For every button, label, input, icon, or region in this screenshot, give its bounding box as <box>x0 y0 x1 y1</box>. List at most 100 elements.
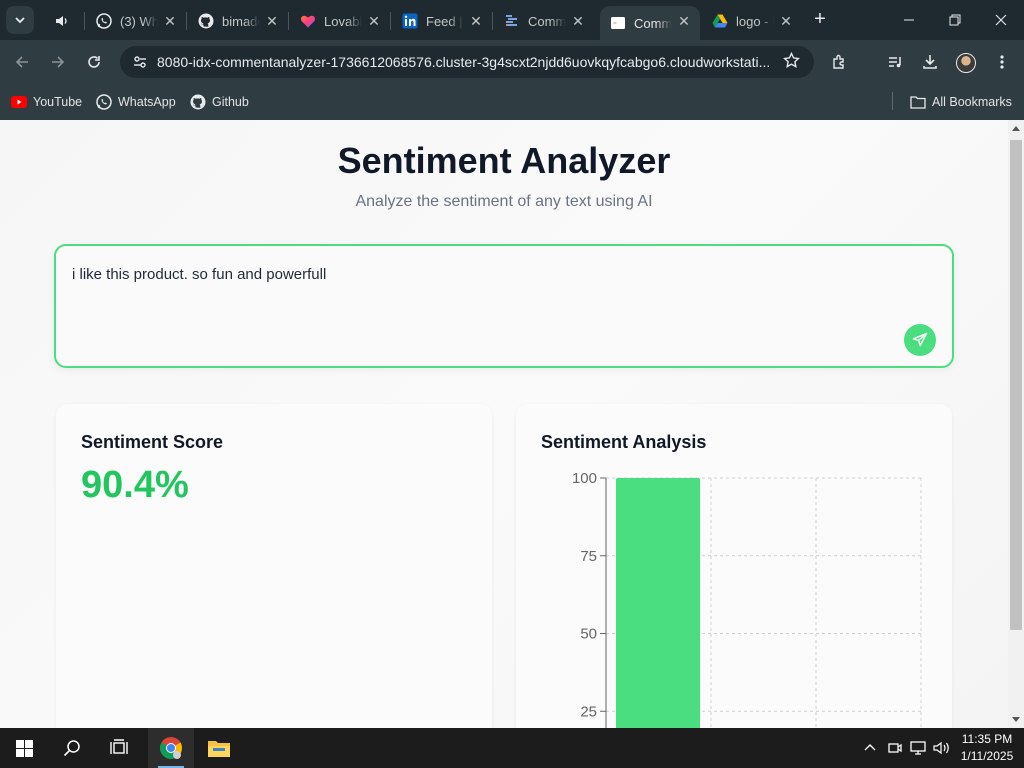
minimize-icon <box>904 19 914 21</box>
page-scrollbar[interactable] <box>1008 120 1024 728</box>
volume-icon <box>933 741 949 755</box>
reload-button[interactable] <box>80 48 108 76</box>
bookmark-label: Github <box>212 95 249 109</box>
tab-title: Lovable <box>324 13 362 29</box>
tab-separator <box>492 12 493 30</box>
tab-title: Feed | LinkedIn <box>426 13 464 29</box>
chevron-down-icon <box>15 17 25 24</box>
page-icon <box>610 15 626 31</box>
close-icon[interactable]: ✕ <box>676 13 692 29</box>
close-icon <box>995 14 1007 26</box>
tab-separator <box>186 12 187 30</box>
tray-meet-now[interactable] <box>884 728 906 768</box>
tab-separator <box>390 12 391 30</box>
taskbar-search-button[interactable] <box>49 728 95 768</box>
tab-github[interactable]: bimadevs ✕ <box>188 6 288 36</box>
text-input-area[interactable]: i like this product. so fun and powerful… <box>54 244 954 368</box>
speaker-icon[interactable] <box>54 13 70 29</box>
google-drive-icon <box>712 13 728 29</box>
arrow-left-icon <box>15 56 28 68</box>
tab-separator <box>84 12 85 30</box>
github-icon <box>190 94 206 110</box>
back-button[interactable] <box>8 48 36 76</box>
all-bookmarks-label: All Bookmarks <box>932 95 1012 109</box>
folder-icon <box>910 94 926 110</box>
bookmarks-bar: YouTube WhatsApp Github All Bookmarks <box>0 84 1024 120</box>
taskbar-file-explorer[interactable] <box>196 728 242 768</box>
input-text-value[interactable]: i like this product. so fun and powerful… <box>72 266 326 283</box>
linkedin-icon <box>402 13 418 29</box>
clock-date: 1/11/2025 <box>960 749 1014 763</box>
task-view-button[interactable] <box>96 728 142 768</box>
download-icon[interactable] <box>918 50 942 74</box>
tab-lovable[interactable]: Lovable ✕ <box>290 6 390 36</box>
close-icon[interactable]: ✕ <box>264 13 280 29</box>
tab-linkedin[interactable]: Feed | LinkedIn ✕ <box>392 6 492 36</box>
score-card-title: Sentiment Score <box>81 432 224 452</box>
reload-icon <box>88 56 100 68</box>
youtube-icon <box>11 94 27 110</box>
tray-network[interactable] <box>908 728 930 768</box>
scroll-up-arrow-icon[interactable] <box>1012 126 1020 131</box>
chevron-up-icon <box>864 744 876 751</box>
close-icon[interactable]: ✕ <box>162 13 178 29</box>
y-tick-label: 75 <box>580 548 597 565</box>
more-menu-icon[interactable] <box>990 50 1014 74</box>
tab-title: (3) WhatsApp <box>120 13 158 29</box>
tab-search-button[interactable] <box>6 6 34 34</box>
media-control-icon[interactable] <box>884 50 908 74</box>
scroll-thumb[interactable] <box>1010 140 1022 630</box>
chart-bar <box>616 478 700 728</box>
minimize-button[interactable] <box>886 0 932 40</box>
bookmark-github[interactable]: Github <box>190 92 249 112</box>
address-bar[interactable]: 8080-idx-commentanalyzer-1736612068576.c… <box>120 46 814 78</box>
close-icon[interactable]: ✕ <box>570 13 586 29</box>
sentiment-score-card: Sentiment Score 90.4% <box>56 404 492 728</box>
close-icon[interactable]: ✕ <box>778 13 794 29</box>
send-icon <box>912 332 928 347</box>
browser-toolbar: 8080-idx-commentanalyzer-1736612068576.c… <box>0 40 1024 84</box>
taskbar-chrome[interactable] <box>148 728 194 768</box>
close-window-button[interactable] <box>978 0 1024 40</box>
extensions-icon[interactable] <box>828 50 852 74</box>
profile-avatar[interactable] <box>956 53 976 73</box>
bookmark-star-icon[interactable] <box>783 51 800 74</box>
whatsapp-icon <box>96 13 112 29</box>
all-bookmarks[interactable]: All Bookmarks <box>910 92 1012 112</box>
url-text: 8080-idx-commentanalyzer-1736612068576.c… <box>157 54 771 70</box>
arrow-right-icon <box>52 56 65 68</box>
tab-audio[interactable] <box>44 6 86 36</box>
close-icon[interactable]: ✕ <box>468 13 484 29</box>
send-button[interactable] <box>904 324 936 356</box>
new-tab-button[interactable]: + <box>808 8 832 32</box>
tab-google-drive[interactable]: logo - Drive ✕ <box>702 6 802 36</box>
browser-tab-strip: (3) WhatsApp ✕ bimadevs ✕ Lovable ✕ Feed… <box>0 0 1024 40</box>
tab-whatsapp[interactable]: (3) WhatsApp ✕ <box>86 6 186 36</box>
y-tick-label: 100 <box>572 470 597 487</box>
forward-button[interactable] <box>44 48 72 76</box>
tab-active-comment-analyzer[interactable]: Comm ✕ <box>600 6 700 40</box>
restore-button[interactable] <box>932 0 978 40</box>
tab-title: Comm <box>634 15 672 31</box>
page-viewport: Sentiment Analyzer Analyze the sentiment… <box>0 120 1008 728</box>
camera-icon <box>888 743 902 753</box>
tab-title: Comment <box>528 13 566 29</box>
bookmark-youtube[interactable]: YouTube <box>11 92 82 112</box>
page-subtitle: Analyze the sentiment of any text using … <box>355 193 653 210</box>
tab-idx-comment[interactable]: Comment ✕ <box>494 6 594 36</box>
scroll-down-arrow-icon[interactable] <box>1012 717 1020 722</box>
page-title: Sentiment Analyzer <box>337 140 671 181</box>
sentiment-analysis-card: Sentiment Analysis 100 75 50 25 <box>516 404 952 728</box>
show-hidden-icons[interactable] <box>860 728 880 768</box>
network-icon <box>910 741 926 755</box>
tab-separator <box>288 12 289 30</box>
tray-volume[interactable] <box>932 728 952 768</box>
start-button[interactable] <box>1 728 47 768</box>
site-settings-icon[interactable] <box>128 51 152 73</box>
tab-title: bimadevs <box>222 13 260 29</box>
windows-taskbar: 11:35 PM 1/11/2025 <box>0 728 1024 768</box>
restore-icon <box>949 14 961 26</box>
close-icon[interactable]: ✕ <box>366 13 382 29</box>
bookmark-whatsapp[interactable]: WhatsApp <box>96 92 176 112</box>
taskbar-clock[interactable]: 11:35 PM 1/11/2025 <box>952 731 1022 765</box>
